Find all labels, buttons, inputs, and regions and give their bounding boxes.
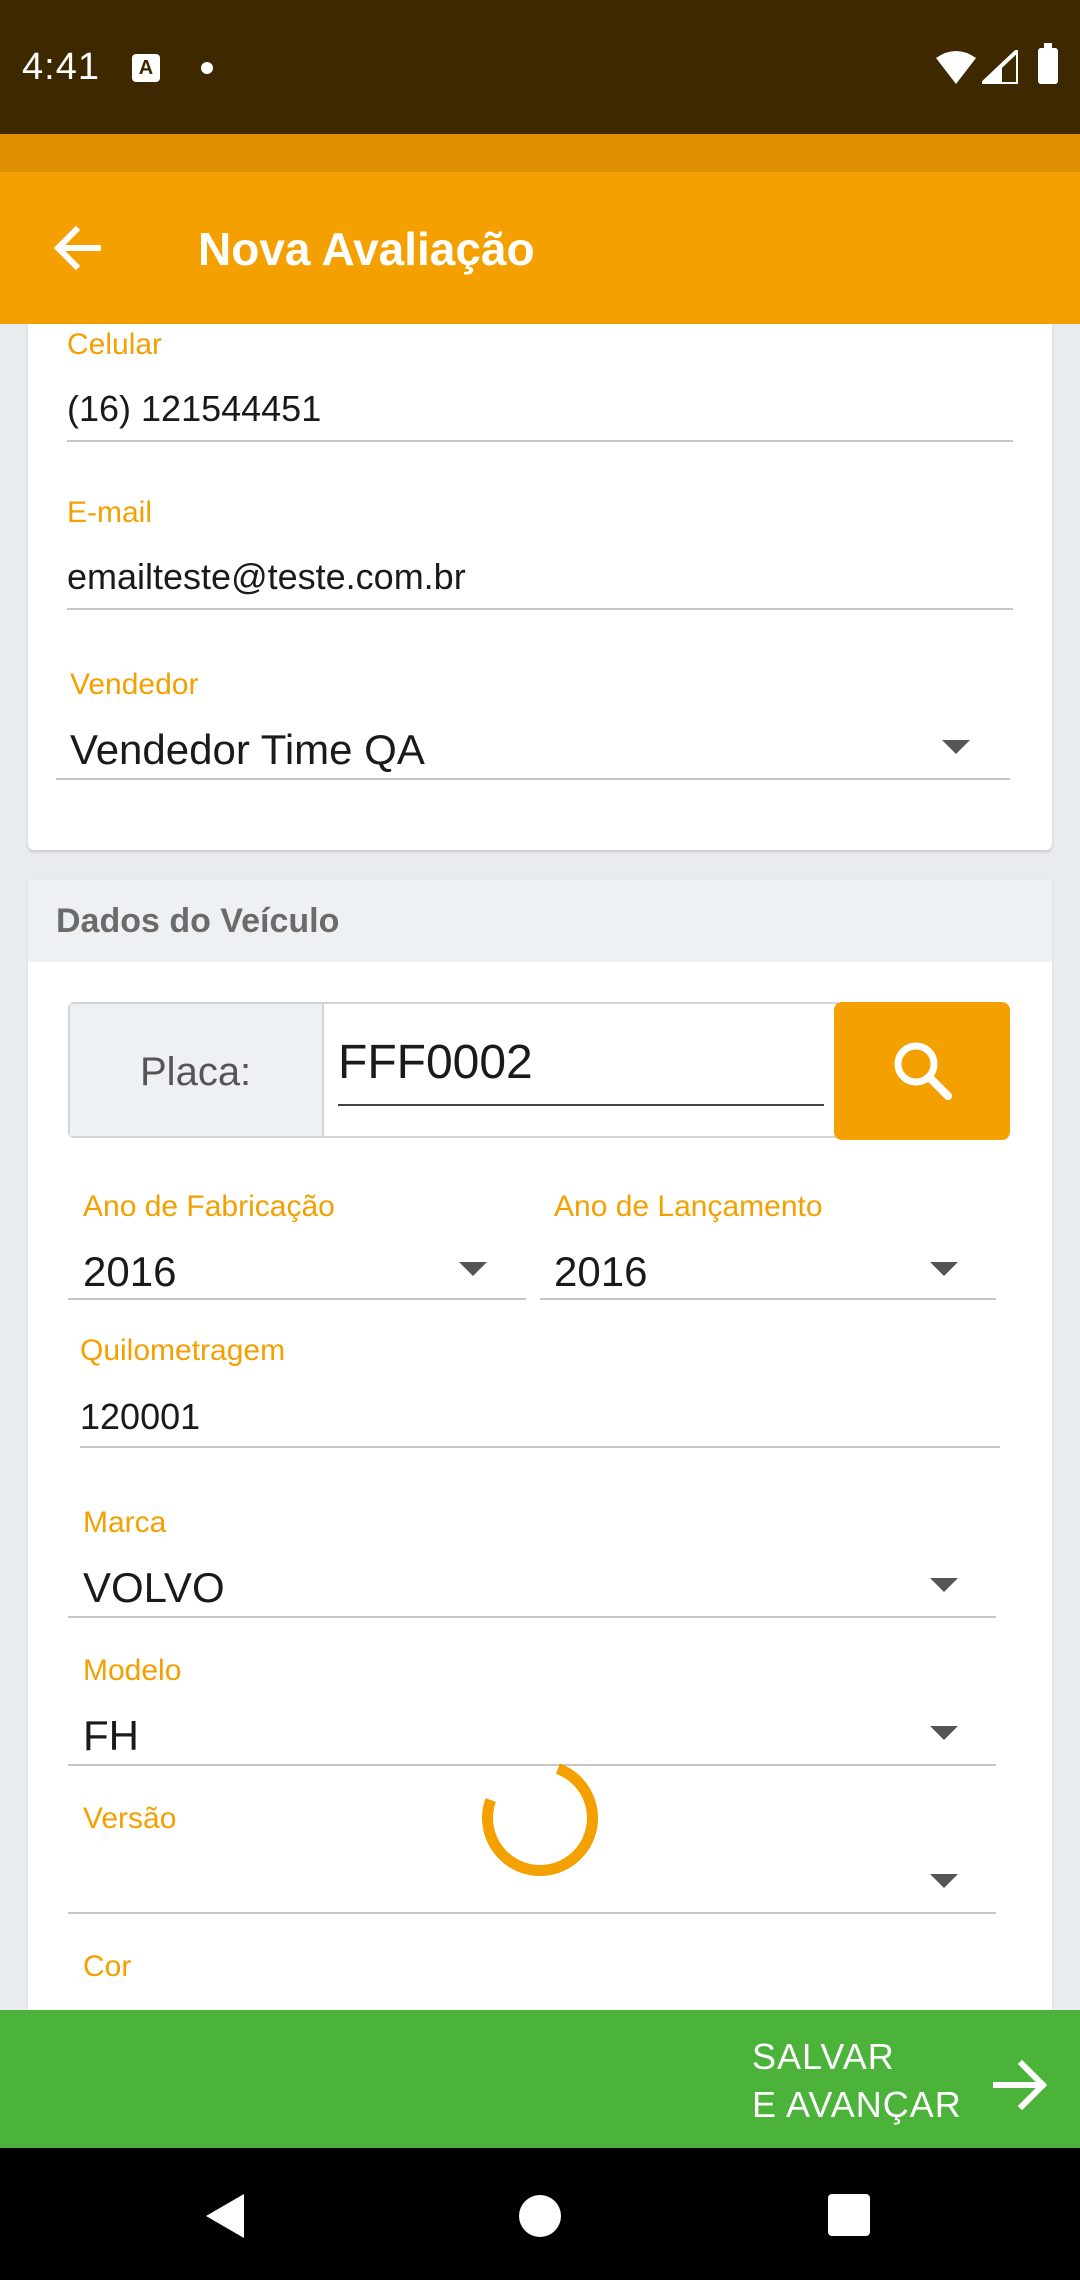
ano-lancamento-label: Ano de Lançamento [554,1190,823,1223]
placa-input[interactable] [338,1032,824,1092]
nav-back-icon[interactable] [204,2192,248,2240]
celular-field[interactable]: (16) 121544451 [67,388,321,430]
modelo-select[interactable]: FH [83,1712,139,1760]
cor-label: Cor [83,1950,132,1983]
vehicle-section-title: Dados do Veículo [56,902,340,940]
celular-underline [67,440,1013,442]
modelo-label: Modelo [83,1654,182,1687]
email-label: E-mail [67,496,153,529]
placa-underline [338,1104,824,1106]
vehicle-section-header: Dados do Veículo [28,880,1052,962]
system-nav-bar [0,2148,1080,2280]
vendedor-select[interactable]: Vendedor Time QA [70,726,425,774]
battery-icon [1038,43,1058,84]
appbar-top-strip [0,134,1080,172]
versao-underline [68,1912,996,1914]
status-time: 4:41 [22,46,100,88]
status-bar: 4:41 A [0,0,1080,134]
save-button-line2: E AVANÇAR [752,2084,962,2125]
ano-lancamento-dropdown-icon[interactable] [930,1262,958,1276]
page-title: Nova Avaliação [198,223,535,275]
placa-label: Placa: [140,1050,252,1094]
vendedor-dropdown-icon[interactable] [942,740,970,754]
marca-label: Marca [83,1506,167,1539]
search-icon [894,1042,952,1100]
arrow-right-icon [993,2059,1048,2111]
placa-label-box: Placa: [70,1004,324,1136]
ano-fabricacao-label: Ano de Fabricação [83,1190,335,1223]
back-arrow-icon[interactable] [46,216,110,280]
vendedor-label: Vendedor [70,668,199,701]
save-button-line1: SALVAR [752,2036,895,2077]
modelo-dropdown-icon[interactable] [930,1726,958,1740]
wifi-icon [936,51,976,84]
ano-lancamento-select[interactable]: 2016 [554,1248,647,1296]
ano-fabricacao-underline [68,1298,526,1300]
marca-dropdown-icon[interactable] [930,1578,958,1592]
nav-home-icon[interactable] [519,2195,561,2237]
app-bar: Nova Avaliação [0,172,1080,324]
ano-fabricacao-select[interactable]: 2016 [83,1248,176,1296]
quilometragem-field[interactable]: 120001 [80,1396,200,1438]
notification-app-icon: A [132,54,160,82]
email-underline [67,608,1013,610]
versao-label: Versão [83,1802,177,1835]
quilometragem-label: Quilometragem [80,1334,286,1367]
search-placa-button[interactable] [834,1002,1010,1140]
marca-underline [68,1616,996,1618]
ano-lancamento-underline [540,1298,996,1300]
placa-input-group: Placa: [68,1002,838,1138]
quilometragem-underline [80,1446,1000,1448]
save-and-advance-button[interactable]: SALVAR E AVANÇAR [0,2010,1080,2148]
marca-select[interactable]: VOLVO [83,1564,225,1612]
ano-fabricacao-dropdown-icon[interactable] [459,1262,487,1276]
notification-dot-icon [201,62,213,74]
celular-label: Celular [67,328,163,361]
versao-dropdown-icon[interactable] [930,1874,958,1888]
nav-recents-icon[interactable] [828,2194,870,2236]
signal-icon [982,50,1018,84]
vendedor-underline [56,778,1010,780]
email-field[interactable]: emailteste@teste.com.br [67,556,466,598]
